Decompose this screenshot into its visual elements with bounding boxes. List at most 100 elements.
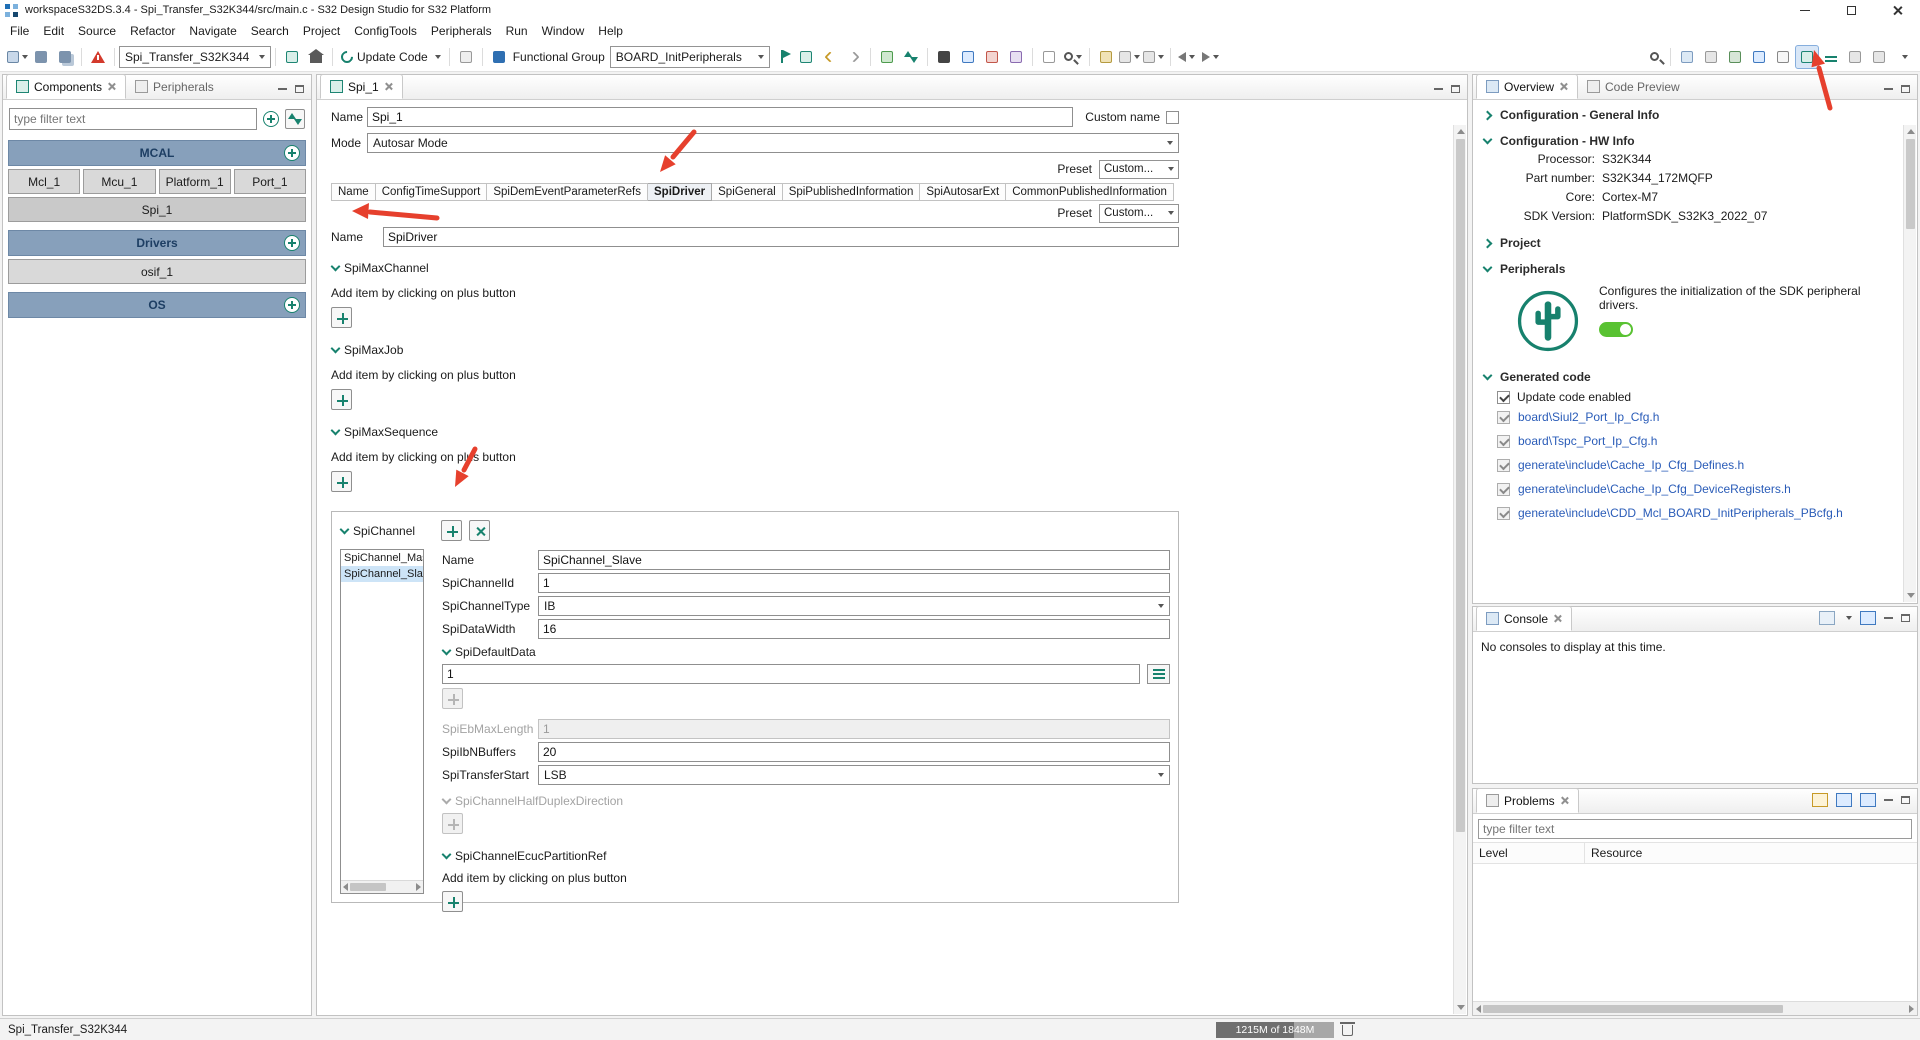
- maximize-view-icon[interactable]: [1901, 614, 1910, 622]
- tab-overview[interactable]: Overview: [1476, 74, 1579, 99]
- spichannel-remove-button[interactable]: [469, 520, 491, 541]
- import-button[interactable]: [875, 45, 899, 69]
- component-mcl[interactable]: Mcl_1: [8, 169, 81, 194]
- problems-hscrollbar[interactable]: [1473, 1001, 1917, 1015]
- channel-list-hscrollbar[interactable]: [341, 880, 423, 893]
- ib-n-buffers-input[interactable]: [538, 741, 1170, 762]
- update-code-enabled-checkbox[interactable]: [1497, 390, 1510, 404]
- section-spidefaultdata[interactable]: SpiDefaultData: [441, 643, 1170, 661]
- driver-name-input[interactable]: [383, 227, 1179, 247]
- menu-configtools[interactable]: ConfigTools: [347, 21, 424, 41]
- channel-id-input[interactable]: [538, 572, 1170, 593]
- tab-configtimesupport[interactable]: ConfigTimeSupport: [375, 183, 488, 201]
- tab-peripherals[interactable]: Peripherals: [126, 74, 223, 99]
- menu-refactor[interactable]: Refactor: [123, 21, 182, 41]
- chevron-down-icon[interactable]: [1846, 616, 1852, 620]
- scroll-right-icon[interactable]: [416, 883, 421, 891]
- scroll-up-icon[interactable]: [1456, 129, 1465, 134]
- component-osif[interactable]: osif_1: [8, 259, 306, 284]
- log-button[interactable]: [794, 45, 818, 69]
- minimize-view-icon[interactable]: [1884, 617, 1893, 619]
- new-wizard-button[interactable]: [5, 45, 29, 69]
- file-link[interactable]: generate\include\CDD_Mcl_BOARD_InitPerip…: [1518, 506, 1843, 520]
- scrollbar-thumb[interactable]: [1483, 1004, 1783, 1013]
- problems-filter-input[interactable]: [1478, 819, 1912, 839]
- add-os-button[interactable]: [284, 297, 300, 313]
- menu-source[interactable]: Source: [71, 21, 123, 41]
- preset-select-top[interactable]: Custom...: [1099, 159, 1179, 179]
- channel-name-input[interactable]: [538, 549, 1170, 570]
- cpp-perspective-button[interactable]: [1747, 45, 1771, 69]
- maximize-view-icon[interactable]: [1901, 796, 1910, 804]
- debug-perspective-button[interactable]: [1723, 45, 1747, 69]
- tab-spidemeventparameterrefs[interactable]: SpiDemEventParameterRefs: [487, 183, 648, 201]
- component-port[interactable]: Port_1: [233, 169, 306, 194]
- menu-help[interactable]: Help: [591, 21, 630, 41]
- minimize-view-icon[interactable]: [1434, 88, 1443, 90]
- minimize-view-icon[interactable]: [1884, 88, 1893, 90]
- outline-dropdown-button[interactable]: [1118, 45, 1142, 69]
- functional-group-button[interactable]: [487, 45, 511, 69]
- tab-components[interactable]: Components: [6, 74, 127, 99]
- menu-edit[interactable]: Edit: [36, 21, 71, 41]
- add-mcal-button[interactable]: [284, 145, 300, 161]
- preset-select-driver[interactable]: Custom...: [1099, 203, 1179, 223]
- scroll-up-icon[interactable]: [1906, 129, 1915, 134]
- garbage-collect-icon[interactable]: [1340, 1022, 1355, 1036]
- default-data-input[interactable]: [442, 664, 1140, 684]
- group-by-button[interactable]: [1836, 793, 1852, 807]
- hierarchy-dropdown-button[interactable]: [1142, 45, 1166, 69]
- dcd-tool-button[interactable]: [1843, 45, 1867, 69]
- menu-project[interactable]: Project: [296, 21, 347, 41]
- section-ecucpartitionref[interactable]: SpiChannelEcucPartitionRef: [441, 847, 1170, 865]
- clocks-tool-button[interactable]: [1771, 45, 1795, 69]
- section-peripherals[interactable]: Peripherals: [1473, 254, 1917, 280]
- tab-commonpublishedinformation[interactable]: CommonPublishedInformation: [1006, 183, 1174, 201]
- redo-button[interactable]: [842, 45, 866, 69]
- file-link[interactable]: board\Siul2_Port_Ip_Cfg.h: [1518, 410, 1659, 424]
- overview-vscrollbar[interactable]: [1903, 125, 1916, 602]
- component-name-input[interactable]: [367, 107, 1074, 127]
- close-icon[interactable]: [1553, 614, 1562, 623]
- list-item-spichannel-master[interactable]: SpiChannel_Mast: [341, 550, 423, 566]
- section-generated-code[interactable]: Generated code: [1473, 362, 1917, 388]
- save-button[interactable]: [29, 45, 53, 69]
- back-nav-button[interactable]: [1175, 45, 1199, 69]
- close-icon[interactable]: [1559, 82, 1568, 91]
- scroll-down-icon[interactable]: [1456, 1005, 1465, 1010]
- chevron-expanded-icon[interactable]: [339, 524, 350, 534]
- component-spi[interactable]: Spi_1: [8, 197, 306, 222]
- download-button[interactable]: [956, 45, 980, 69]
- maximize-button[interactable]: [1828, 0, 1874, 20]
- open-console-button[interactable]: [1819, 611, 1835, 625]
- minimize-button[interactable]: [1782, 0, 1828, 20]
- menu-run[interactable]: Run: [499, 21, 535, 41]
- menu-window[interactable]: Window: [535, 21, 592, 41]
- scrollbar-thumb[interactable]: [350, 883, 386, 891]
- pencil-button[interactable]: [1094, 45, 1118, 69]
- scrollbar-thumb[interactable]: [1456, 139, 1465, 833]
- file-checkbox[interactable]: [1497, 410, 1510, 424]
- components-filter-input[interactable]: [9, 108, 257, 130]
- sort-components-button[interactable]: [285, 109, 305, 129]
- configtools-alert-button[interactable]: [86, 45, 110, 69]
- scroll-down-icon[interactable]: [1906, 593, 1915, 598]
- save-all-button[interactable]: [53, 45, 77, 69]
- signals-tool-button[interactable]: [1819, 45, 1843, 69]
- minimize-view-icon[interactable]: [1884, 799, 1893, 801]
- quick-fix-bulb-icon[interactable]: [1812, 793, 1828, 807]
- tab-problems[interactable]: Problems: [1476, 788, 1579, 813]
- update-code-button[interactable]: Update Code: [337, 45, 445, 69]
- add-component-button[interactable]: [263, 111, 279, 127]
- file-link[interactable]: board\Tspc_Port_Ip_Cfg.h: [1518, 434, 1657, 448]
- undo-button[interactable]: [818, 45, 842, 69]
- file-checkbox[interactable]: [1497, 506, 1510, 520]
- menu-file[interactable]: File: [3, 21, 36, 41]
- data-width-input[interactable]: [538, 618, 1170, 639]
- menu-peripherals[interactable]: Peripherals: [424, 21, 499, 41]
- minimize-view-icon[interactable]: [278, 88, 287, 90]
- default-data-menu-button[interactable]: [1147, 664, 1170, 684]
- home-button[interactable]: [304, 45, 328, 69]
- more-tools-button[interactable]: [1891, 45, 1915, 69]
- maximize-view-icon[interactable]: [295, 85, 304, 93]
